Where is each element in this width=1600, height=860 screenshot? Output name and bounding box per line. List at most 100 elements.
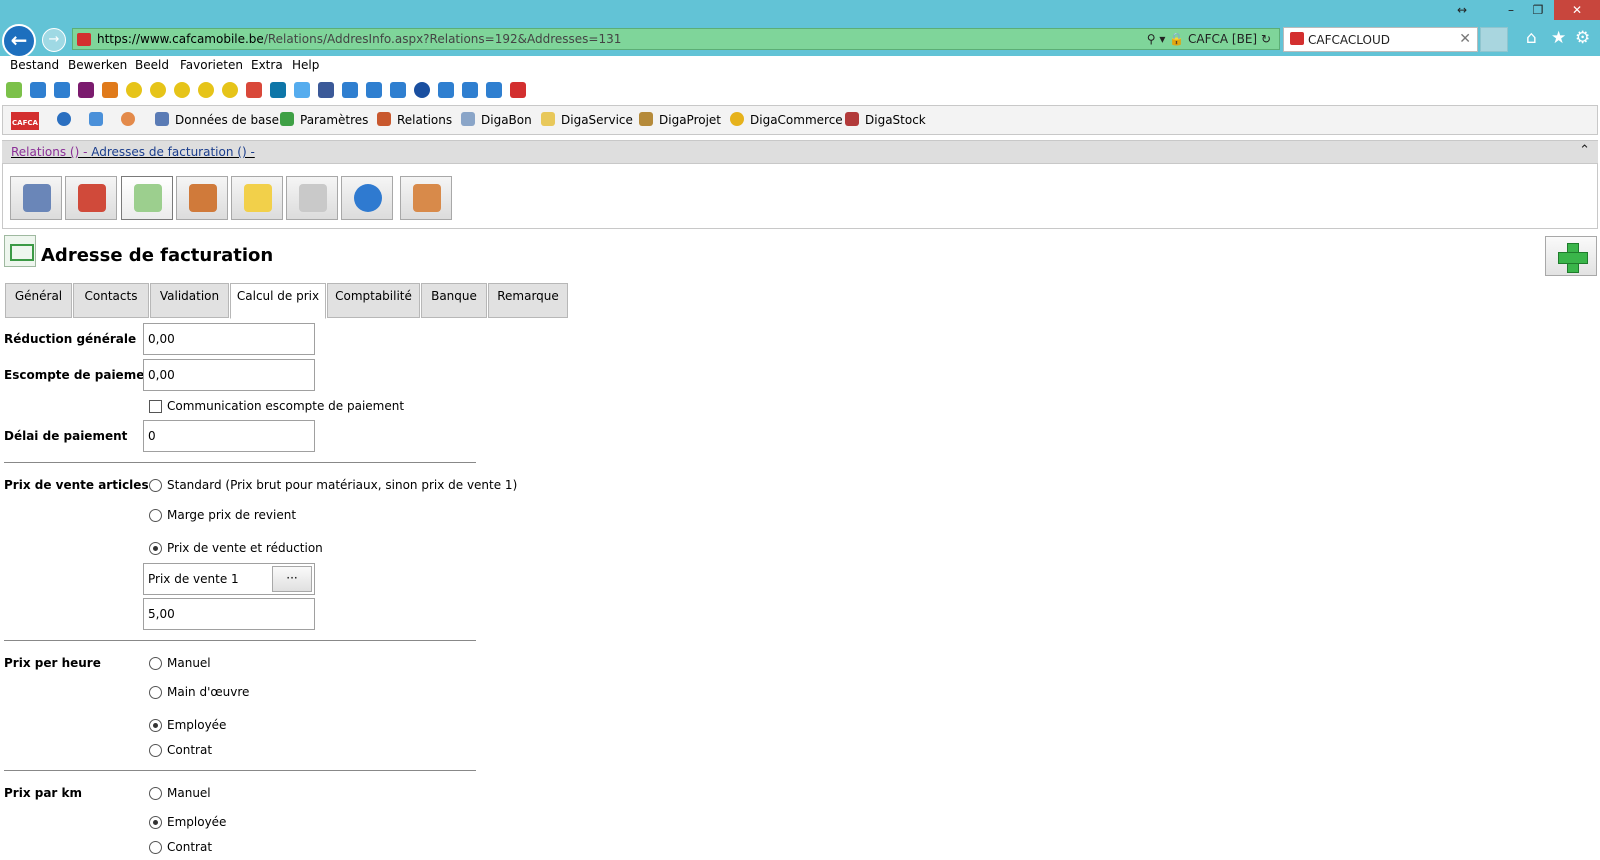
flag-link-icon[interactable] xyxy=(102,82,118,98)
tab-comptabilite[interactable]: Comptabilité xyxy=(327,283,420,318)
cafca-link-icon[interactable] xyxy=(510,82,526,98)
yellow-link-icon[interactable] xyxy=(222,82,238,98)
yellow-link-icon[interactable] xyxy=(198,82,214,98)
tab-validation[interactable]: Validation xyxy=(150,283,229,318)
documents-button[interactable] xyxy=(286,176,338,220)
radio-prix-vente-reduction[interactable] xyxy=(149,542,162,555)
radio-km-employee[interactable] xyxy=(149,816,162,829)
favorites-star-icon[interactable]: ★ xyxy=(1551,28,1566,48)
linkedin-icon[interactable] xyxy=(270,82,286,98)
tab-contacts[interactable]: Contacts xyxy=(73,283,149,318)
breadcrumb-relations[interactable]: Relations () - xyxy=(11,145,91,159)
toolbar-digaservice[interactable]: DigaService xyxy=(541,112,633,130)
billing-address-button[interactable] xyxy=(121,176,173,220)
favorites-bar xyxy=(0,78,1600,102)
contact-button[interactable] xyxy=(176,176,228,220)
person-phone-icon xyxy=(189,184,217,212)
ie-link-icon[interactable] xyxy=(438,82,454,98)
toolbar-digastock[interactable]: DigaStock xyxy=(845,112,926,130)
back-button[interactable]: ← xyxy=(2,24,36,58)
globe-link-icon[interactable] xyxy=(414,82,430,98)
reduction-input[interactable] xyxy=(143,323,315,355)
radio-heure-employee[interactable] xyxy=(149,719,162,732)
browser-tab[interactable]: CAFCACLOUD ✕ xyxy=(1283,27,1478,52)
option-marge: Marge prix de revient xyxy=(167,508,297,522)
folder-button[interactable] xyxy=(231,176,283,220)
escompte-input[interactable] xyxy=(143,359,315,391)
breadcrumb-adresses[interactable]: Adresses de facturation () - xyxy=(91,145,255,159)
menu-bewerken[interactable]: Bewerken xyxy=(68,58,127,72)
forward-button[interactable]: → xyxy=(42,28,66,52)
google-plus-icon[interactable] xyxy=(246,82,262,98)
escompte-label: Escompte de paiement xyxy=(4,368,159,382)
cafca-logo[interactable]: CAFCA xyxy=(11,112,39,130)
radio-heure-contrat[interactable] xyxy=(149,744,162,757)
folder-icon xyxy=(244,184,272,212)
close-tab-icon[interactable]: ✕ xyxy=(1459,31,1471,47)
ie-link-icon[interactable] xyxy=(390,82,406,98)
site-identity[interactable]: CAFCA [BE] xyxy=(1188,32,1257,46)
search-icon[interactable]: ⚲ xyxy=(1147,32,1156,46)
globe-icon[interactable] xyxy=(57,112,77,130)
close-window-icon[interactable]: ✕ xyxy=(1554,0,1600,20)
tab-general[interactable]: Général xyxy=(5,283,72,318)
address-bar[interactable]: https://www.cafcamobile.be/Relations/Add… xyxy=(72,28,1280,50)
ie-link-icon[interactable] xyxy=(462,82,478,98)
ie-link-icon[interactable] xyxy=(30,82,46,98)
facebook-icon[interactable] xyxy=(318,82,334,98)
toolbar-digabon[interactable]: DigaBon xyxy=(461,112,532,130)
menu-bestand[interactable]: Bestand xyxy=(10,58,59,72)
toolbar-digaprojet[interactable]: DigaProjet xyxy=(639,112,721,130)
add-button[interactable] xyxy=(1545,236,1597,276)
gift-button[interactable] xyxy=(65,176,117,220)
collapse-icon[interactable]: ⌃ xyxy=(1579,143,1590,158)
ie-link-icon[interactable] xyxy=(366,82,382,98)
menu-help[interactable]: Help xyxy=(292,58,319,72)
gear-icon[interactable]: ⚙ xyxy=(1575,28,1590,48)
twitter-icon[interactable] xyxy=(294,82,310,98)
menu-beeld[interactable]: Beeld xyxy=(135,58,169,72)
ie-link-icon[interactable] xyxy=(54,82,70,98)
option-standard: Standard (Prix brut pour matériaux, sino… xyxy=(167,478,518,492)
tab-banque[interactable]: Banque xyxy=(421,283,487,318)
menu-favorieten[interactable]: Favorieten xyxy=(180,58,243,72)
radio-km-contrat[interactable] xyxy=(149,841,162,854)
users-button[interactable] xyxy=(400,176,452,220)
tab-calcul-de-prix[interactable]: Calcul de prix xyxy=(230,283,326,319)
home-icon[interactable]: ⌂ xyxy=(1526,28,1537,48)
yellow-link-icon[interactable] xyxy=(174,82,190,98)
browse-button[interactable]: ··· xyxy=(272,566,312,592)
delai-input[interactable] xyxy=(143,420,315,452)
globe-button[interactable] xyxy=(341,176,393,220)
user-icon[interactable] xyxy=(121,112,141,130)
ie-link-icon[interactable] xyxy=(342,82,358,98)
toolbar-parametres[interactable]: Paramètres xyxy=(280,112,368,130)
menu-extra[interactable]: Extra xyxy=(251,58,283,72)
toolbar-relations[interactable]: Relations xyxy=(377,112,452,130)
radio-heure-main-oeuvre[interactable] xyxy=(149,686,162,699)
radio-marge[interactable] xyxy=(149,509,162,522)
communication-checkbox[interactable] xyxy=(149,400,162,413)
radio-km-manuel[interactable] xyxy=(149,787,162,800)
chevron-down-icon[interactable]: ▾ xyxy=(1159,32,1165,46)
add-favorite-icon[interactable] xyxy=(6,82,22,98)
radio-heure-manuel[interactable] xyxy=(149,657,162,670)
prix-vente-reduction-input[interactable] xyxy=(143,598,315,630)
yellow-link-icon[interactable] xyxy=(126,82,142,98)
lock-icon[interactable]: 🔒 xyxy=(1169,32,1184,46)
yellow-link-icon[interactable] xyxy=(150,82,166,98)
building-button[interactable] xyxy=(10,176,62,220)
sync-icon[interactable] xyxy=(89,112,109,130)
h-link-icon[interactable] xyxy=(78,82,94,98)
resize-icon[interactable]: ↔ xyxy=(1445,0,1479,20)
prix-heure-label: Prix per heure xyxy=(4,656,101,670)
tab-remarque[interactable]: Remarque xyxy=(488,283,568,318)
restore-icon[interactable]: ❐ xyxy=(1521,0,1555,20)
refresh-icon[interactable]: ↻ xyxy=(1261,32,1271,46)
prix-vente-select[interactable]: Prix de vente 1 ··· xyxy=(143,563,315,595)
ie-link-icon[interactable] xyxy=(486,82,502,98)
toolbar-digacommerce[interactable]: DigaCommerce xyxy=(730,112,843,130)
new-tab-button[interactable] xyxy=(1480,27,1508,52)
toolbar-donnees-de-base[interactable]: Données de base xyxy=(155,112,279,130)
radio-standard[interactable] xyxy=(149,479,162,492)
